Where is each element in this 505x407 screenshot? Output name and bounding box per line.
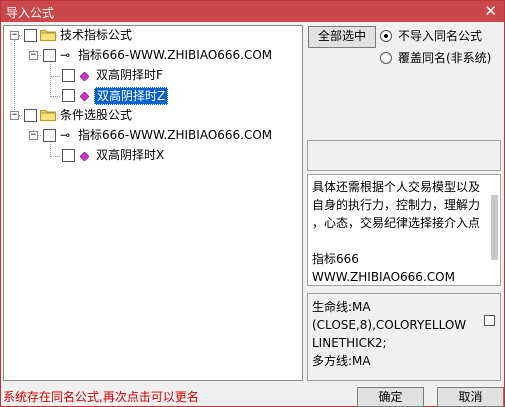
ok-button[interactable]: 确定 xyxy=(357,387,424,407)
diamond-icon xyxy=(80,92,89,101)
checkbox[interactable] xyxy=(62,69,75,82)
formula-line: LINETHICK2; xyxy=(312,336,387,350)
tree-guide xyxy=(50,96,60,97)
select-all-button[interactable]: 全部选中 xyxy=(308,26,376,48)
checkbox[interactable] xyxy=(43,49,56,62)
description-line: ，心态，交易纪律选择接介入点 xyxy=(312,216,481,230)
collapse-icon[interactable]: − xyxy=(29,131,38,140)
description-box[interactable]: 具体还需根据个人交易模型以及 自身的执行力，控制力，理解力 ，心态，交易纪律选择… xyxy=(307,174,501,286)
tree-guide xyxy=(50,156,60,157)
checkbox[interactable] xyxy=(62,89,75,102)
folder-icon xyxy=(40,30,56,41)
checkbox[interactable] xyxy=(62,149,75,162)
dialog-title: 导入公式 xyxy=(6,6,55,20)
formula-line: 生命线:MA xyxy=(312,300,371,314)
formula-line: 多方线:MA xyxy=(312,354,371,368)
collapse-icon[interactable]: − xyxy=(10,111,19,120)
description-text: 具体还需根据个人交易模型以及 自身的执行力，控制力，理解力 ，心态，交易纪律选择… xyxy=(312,178,487,286)
description-line: 自身的执行力，控制力，理解力 xyxy=(312,198,481,212)
scrollbar-thumb[interactable] xyxy=(491,195,498,260)
description-line: 指标666 xyxy=(312,252,359,266)
cancel-button[interactable]: 取消 xyxy=(437,387,504,407)
diamond-icon xyxy=(80,72,89,81)
radio-button[interactable] xyxy=(380,52,392,64)
tree-node-label: 双高阴择时F xyxy=(96,68,163,82)
folder-icon xyxy=(40,110,56,121)
tree-guide xyxy=(50,64,51,97)
formula-tree[interactable]: − 技术指标公式 − ⊸ 指标666-WWW.ZHIBIAO666.COM 双高… xyxy=(3,25,303,381)
key-icon: ⊸ xyxy=(60,128,71,142)
key-icon: ⊸ xyxy=(60,48,71,62)
checkbox[interactable] xyxy=(484,315,495,326)
tree-node-label: 双高阴择时X xyxy=(96,148,165,162)
tree-node-label: 条件选股公式 xyxy=(60,108,133,122)
formula-text: 生命线:MA (CLOSE,8),COLORYELLOW LINETHICK2;… xyxy=(312,298,482,370)
diamond-icon xyxy=(80,152,89,161)
formula-line: (CLOSE,8),COLORYELLOW xyxy=(312,318,467,332)
tree-guide xyxy=(50,76,60,77)
title-bar: 导入公式 ✕ xyxy=(1,1,504,22)
description-line: WWW.ZHIBIAO666.COM xyxy=(312,270,455,284)
radio-skip-duplicates[interactable]: 不导入同名公式 xyxy=(380,28,500,44)
status-message: 系统存在同名公式,再次点击可以更名 xyxy=(3,390,199,404)
description-line xyxy=(312,232,487,250)
radio-label: 不导入同名公式 xyxy=(398,29,483,43)
radio-label: 覆盖同名(非系统) xyxy=(398,51,492,65)
close-icon[interactable]: ✕ xyxy=(484,2,497,20)
collapse-icon[interactable]: − xyxy=(10,31,19,40)
checkbox[interactable] xyxy=(24,29,37,42)
radio-overwrite-duplicates[interactable]: 覆盖同名(非系统) xyxy=(380,50,500,66)
info-box xyxy=(307,140,501,171)
import-formula-dialog: 导入公式 ✕ − 技术指标公式 − ⊸ 指标666-WWW.ZHIBIAO666… xyxy=(0,0,505,407)
collapse-icon[interactable]: − xyxy=(29,51,38,60)
checkbox[interactable] xyxy=(24,109,37,122)
tree-guide xyxy=(14,40,15,114)
options-spacer xyxy=(307,69,501,140)
tree-node-label: 技术指标公式 xyxy=(60,28,133,42)
formula-preview[interactable]: 生命线:MA (CLOSE,8),COLORYELLOW LINETHICK2;… xyxy=(307,293,501,381)
description-line: 具体还需根据个人交易模型以及 xyxy=(312,180,481,194)
tree-node-label: 指标666-WWW.ZHIBIAO666.COM xyxy=(78,128,273,142)
checkbox[interactable] xyxy=(43,129,56,142)
tree-node-label: 指标666-WWW.ZHIBIAO666.COM xyxy=(78,48,273,62)
radio-button-selected[interactable] xyxy=(380,30,392,42)
tree-node-label: 双高阴择时Z xyxy=(94,87,169,105)
